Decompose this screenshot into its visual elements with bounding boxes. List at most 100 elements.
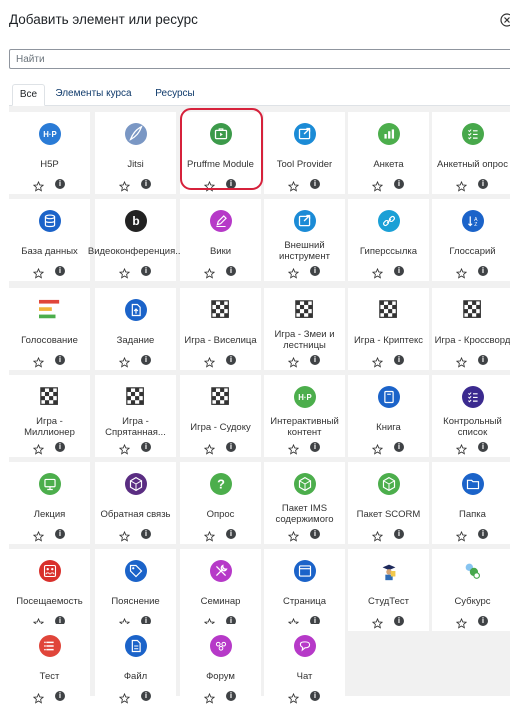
star-icon[interactable]	[203, 529, 216, 542]
close-icon[interactable]	[500, 13, 510, 27]
info-icon[interactable]: i	[55, 179, 65, 189]
info-icon[interactable]: i	[310, 355, 320, 365]
search-input[interactable]: Найти	[9, 49, 510, 69]
info-icon[interactable]: i	[394, 266, 404, 276]
info-icon[interactable]: i	[310, 442, 320, 452]
info-icon[interactable]: i	[478, 529, 488, 539]
star-icon[interactable]	[287, 179, 300, 192]
info-icon[interactable]: i	[55, 529, 65, 539]
star-icon[interactable]	[371, 529, 384, 542]
star-icon[interactable]	[203, 355, 216, 368]
module-card[interactable]: Игра - Криптекс i	[348, 288, 429, 370]
star-icon[interactable]	[118, 355, 131, 368]
star-icon[interactable]	[371, 179, 384, 192]
module-card[interactable]: Обратная связь i	[95, 462, 176, 544]
star-icon[interactable]	[32, 179, 45, 192]
module-card[interactable]: Пакет SCORM i	[348, 462, 429, 544]
module-card[interactable]: Tool Provider i	[264, 112, 345, 194]
star-icon[interactable]	[32, 442, 45, 455]
module-card[interactable]: Контрольный список i	[432, 375, 510, 457]
star-icon[interactable]	[371, 442, 384, 455]
module-card[interactable]: Чат i	[264, 624, 345, 706]
info-icon[interactable]: i	[310, 529, 320, 539]
info-icon[interactable]: i	[141, 266, 151, 276]
info-icon[interactable]: i	[226, 355, 236, 365]
info-icon[interactable]: i	[141, 529, 151, 539]
info-icon[interactable]: i	[55, 442, 65, 452]
info-icon[interactable]: i	[226, 442, 236, 452]
info-icon[interactable]: i	[310, 266, 320, 276]
star-icon[interactable]	[118, 179, 131, 192]
module-card[interactable]: Игра - Змеи и лестницы i	[264, 288, 345, 370]
module-card[interactable]: Внешний инструмент i	[264, 199, 345, 281]
star-icon[interactable]	[287, 529, 300, 542]
module-card[interactable]: Пакет IMS содержимого i	[264, 462, 345, 544]
module-card[interactable]: Jitsi i	[95, 112, 176, 194]
module-card[interactable]: H·P H5P i	[9, 112, 90, 194]
module-card[interactable]: Игра - Миллионер i	[9, 375, 90, 457]
info-icon[interactable]: i	[141, 355, 151, 365]
module-card[interactable]: Игра - Виселица i	[180, 288, 261, 370]
star-icon[interactable]	[287, 691, 300, 704]
module-card[interactable]: Лекция i	[9, 462, 90, 544]
star-icon[interactable]	[118, 266, 131, 279]
info-icon[interactable]: i	[478, 442, 488, 452]
star-icon[interactable]	[455, 442, 468, 455]
module-card[interactable]: Страница i	[264, 549, 345, 631]
star-icon[interactable]	[287, 266, 300, 279]
info-icon[interactable]: i	[310, 691, 320, 701]
module-card[interactable]: Игра - Спрятанная... i	[95, 375, 176, 457]
star-icon[interactable]	[371, 266, 384, 279]
star-icon[interactable]	[203, 691, 216, 704]
star-icon[interactable]	[455, 616, 468, 629]
module-card[interactable]: Игра - Судоку i	[180, 375, 261, 457]
info-icon[interactable]: i	[394, 442, 404, 452]
info-icon[interactable]: i	[55, 266, 65, 276]
star-icon[interactable]	[203, 442, 216, 455]
info-icon[interactable]: i	[141, 442, 151, 452]
info-icon[interactable]: i	[141, 691, 151, 701]
module-card[interactable]: Вики i	[180, 199, 261, 281]
module-card[interactable]: Анкета i	[348, 112, 429, 194]
star-icon[interactable]	[455, 355, 468, 368]
star-icon[interactable]	[32, 529, 45, 542]
info-icon[interactable]: i	[478, 179, 488, 189]
info-icon[interactable]: i	[226, 691, 236, 701]
info-icon[interactable]: i	[478, 616, 488, 626]
star-icon[interactable]	[203, 266, 216, 279]
star-icon[interactable]	[455, 266, 468, 279]
info-icon[interactable]: i	[310, 179, 320, 189]
module-card[interactable]: Задание i	[95, 288, 176, 370]
module-card[interactable]: Гиперссылка i	[348, 199, 429, 281]
module-card[interactable]: A Z Глоссарий i	[432, 199, 510, 281]
module-card[interactable]: База данных i	[9, 199, 90, 281]
info-icon[interactable]: i	[226, 529, 236, 539]
module-card[interactable]: H·P Интерактивный контент i	[264, 375, 345, 457]
tab-resources[interactable]: Ресурсы	[147, 84, 203, 106]
module-card[interactable]: Форум i	[180, 624, 261, 706]
module-card[interactable]: Пояснение i	[95, 549, 176, 631]
star-icon[interactable]	[118, 691, 131, 704]
star-icon[interactable]	[287, 355, 300, 368]
info-icon[interactable]: i	[394, 529, 404, 539]
info-icon[interactable]: i	[394, 616, 404, 626]
info-icon[interactable]: i	[141, 179, 151, 189]
module-card[interactable]: Посещаемость i	[9, 549, 90, 631]
module-card[interactable]: Анкетный опрос i	[432, 112, 510, 194]
info-icon[interactable]: i	[478, 266, 488, 276]
module-card[interactable]: Папка i	[432, 462, 510, 544]
star-icon[interactable]	[118, 442, 131, 455]
module-card[interactable]: Файл i	[95, 624, 176, 706]
module-card[interactable]: ? Опрос i	[180, 462, 261, 544]
module-card[interactable]: Семинар i	[180, 549, 261, 631]
info-icon[interactable]: i	[394, 179, 404, 189]
module-card[interactable]: Тест i	[9, 624, 90, 706]
info-icon[interactable]: i	[394, 355, 404, 365]
info-icon[interactable]: i	[478, 355, 488, 365]
star-icon[interactable]	[371, 616, 384, 629]
star-icon[interactable]	[455, 179, 468, 192]
module-card[interactable]: СтудТест i	[348, 549, 429, 631]
star-icon[interactable]	[455, 529, 468, 542]
module-card[interactable]: b Видеоконференция... i	[88, 199, 183, 281]
info-icon[interactable]: i	[55, 691, 65, 701]
